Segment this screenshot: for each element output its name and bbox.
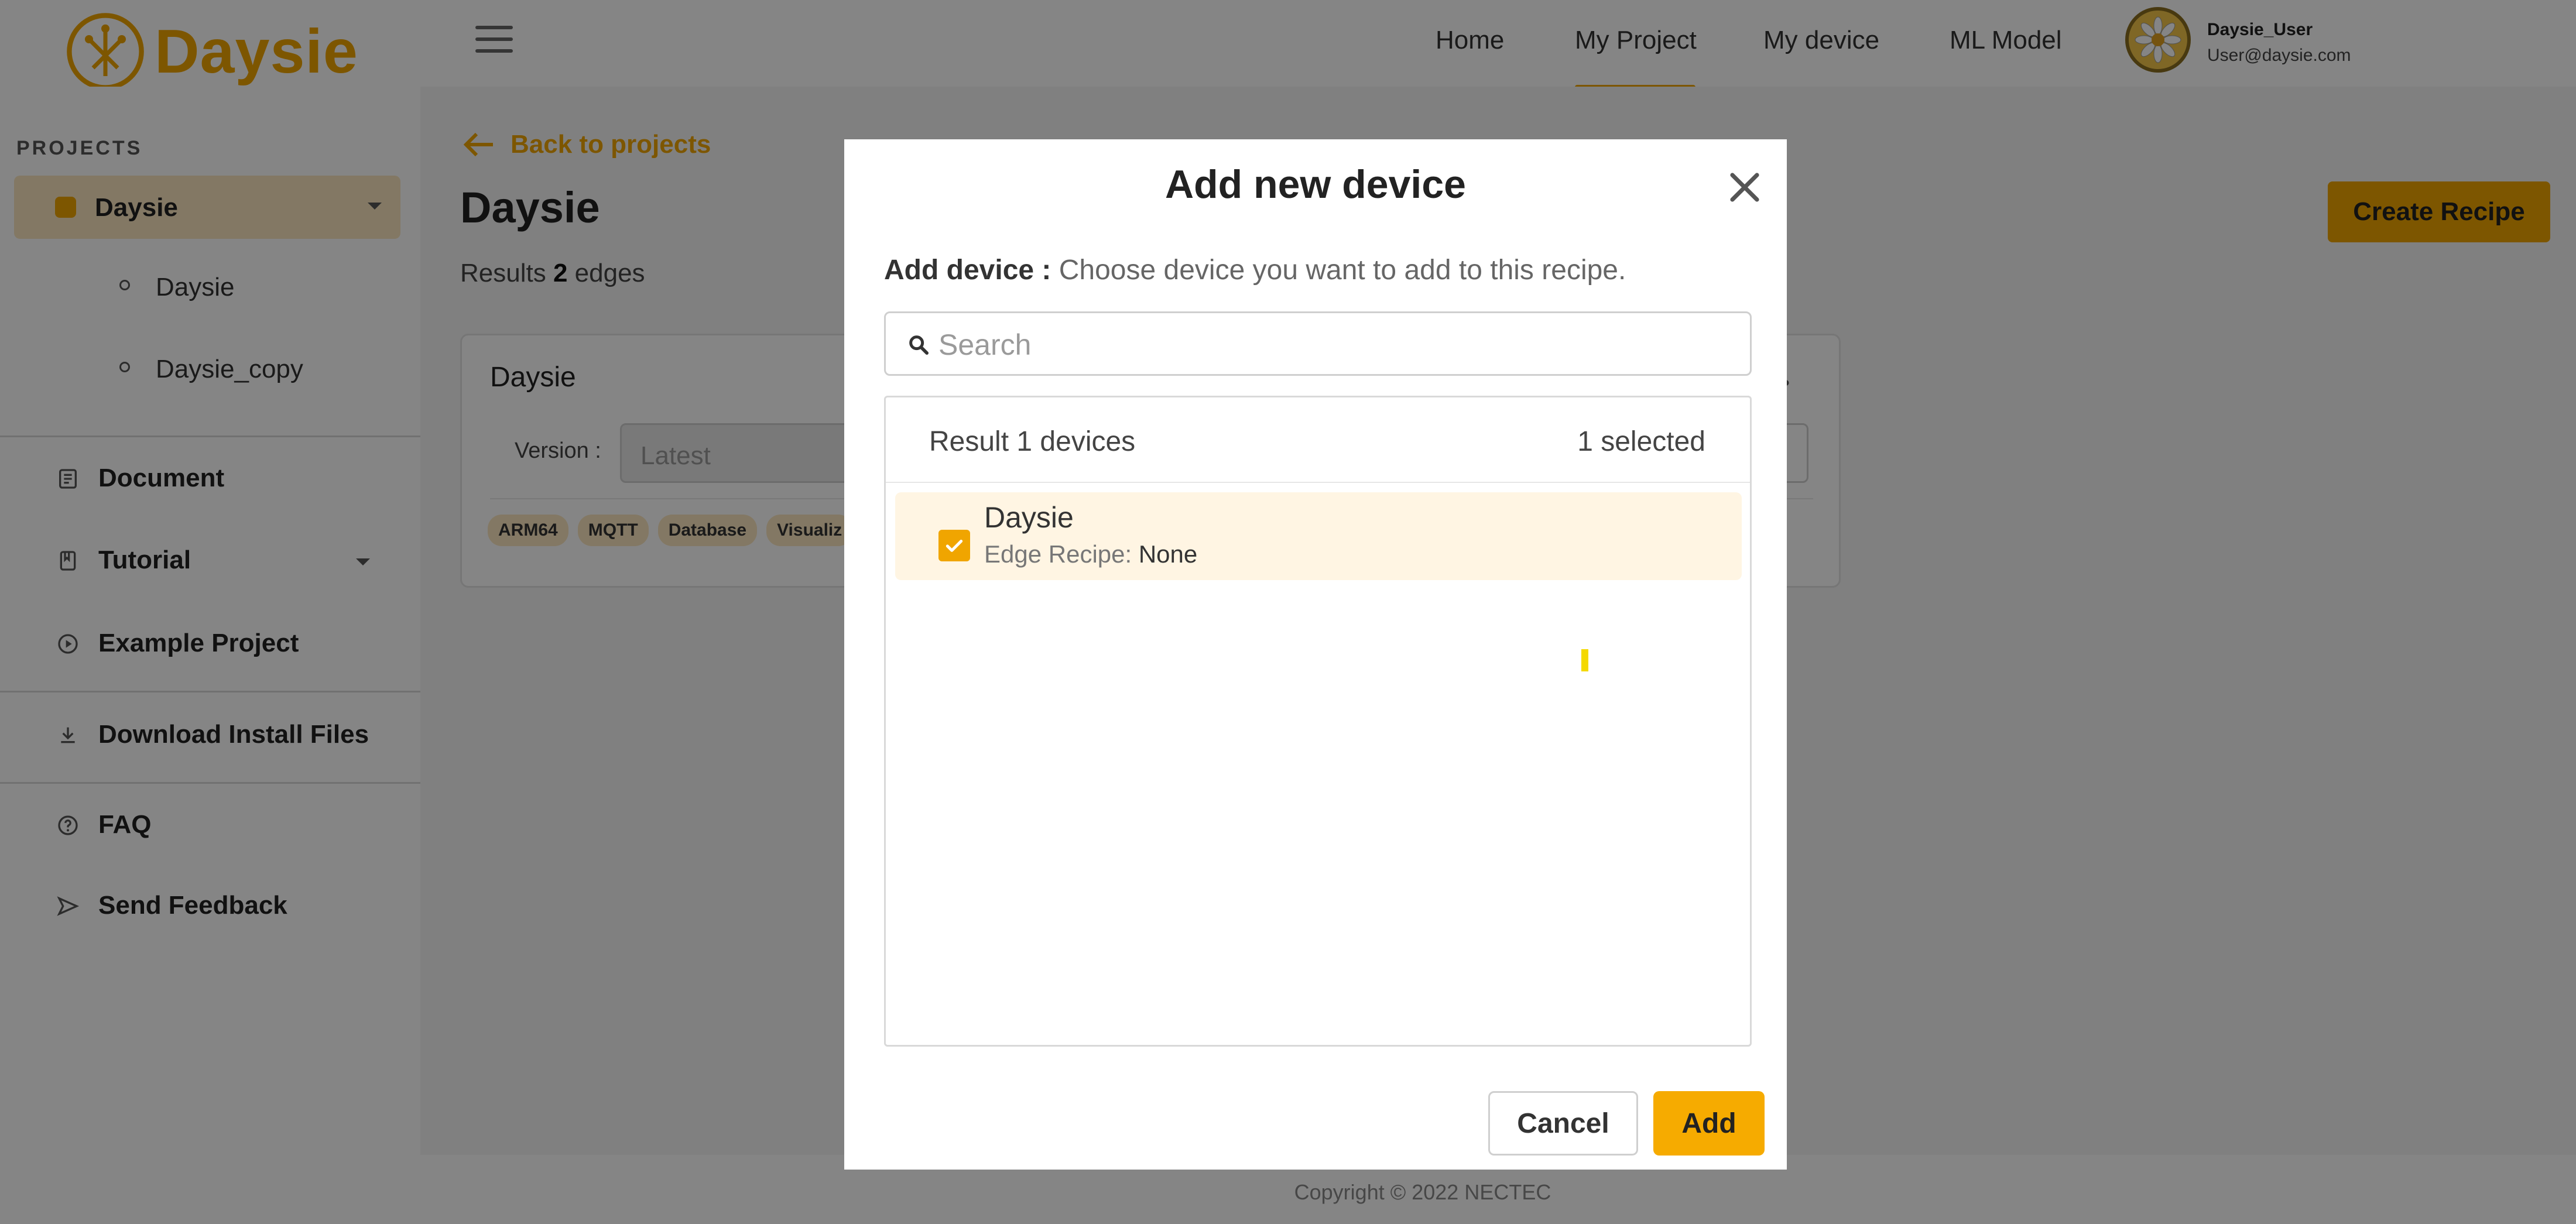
modal-description-label: Add device : [884,255,1051,286]
checkmark-icon [946,540,963,552]
text-cursor-mark [1581,649,1588,671]
search-field[interactable] [884,311,1752,376]
add-button[interactable]: Add [1653,1091,1765,1156]
device-name: Daysie [984,501,1074,534]
modal-title: Add new device [1165,162,1466,207]
cancel-button[interactable]: Cancel [1488,1091,1638,1156]
device-list: Result 1 devices 1 selected Daysie Edge … [884,396,1752,1047]
device-recipe: Edge Recipe: None [984,540,1197,568]
result-count-text: Result 1 devices [929,426,1136,457]
device-recipe-label: Edge Recipe: [984,540,1132,568]
modal-description: Add device : Choose device you want to a… [884,254,1626,286]
modal-description-text: Choose device you want to add to this re… [1059,255,1626,286]
device-checkbox[interactable] [938,530,970,561]
close-icon[interactable] [1724,166,1766,208]
list-header-divider [886,482,1750,483]
device-recipe-value: None [1138,540,1198,568]
search-icon [909,335,929,355]
selected-count-text: 1 selected [1577,426,1705,457]
search-input[interactable] [938,321,1735,368]
list-item[interactable]: Daysie Edge Recipe: None [895,492,1742,580]
add-device-modal: Add new device Add device : Choose devic… [844,139,1787,1170]
